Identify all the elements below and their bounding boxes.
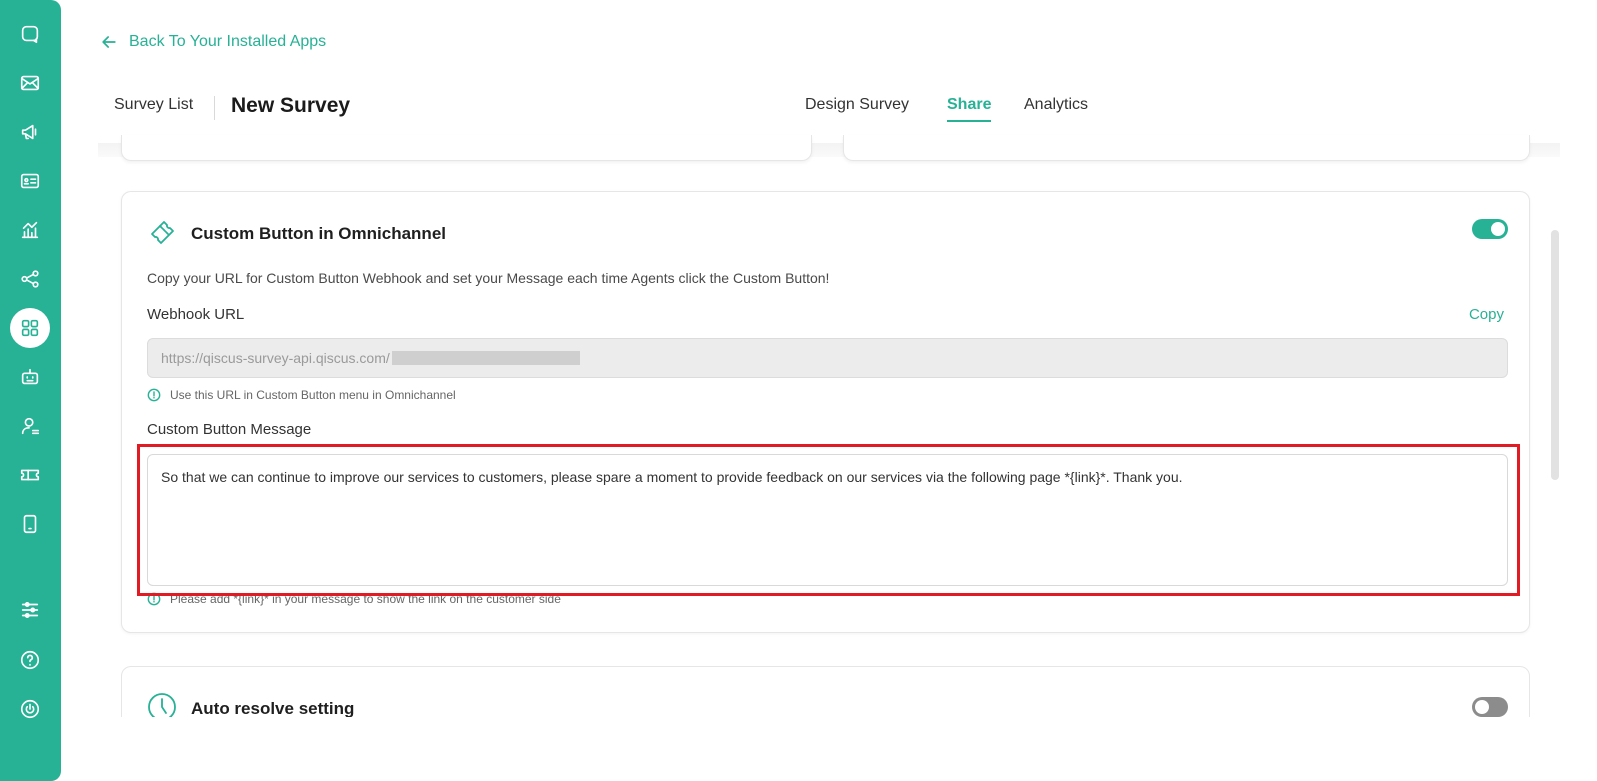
apps-grid-icon[interactable] — [10, 308, 50, 348]
megaphone-icon[interactable] — [10, 112, 50, 152]
viewport-bottom — [61, 717, 1597, 781]
ticket-icon[interactable] — [10, 455, 50, 495]
webhook-hint: Use this URL in Custom Button menu in Om… — [147, 388, 456, 402]
breadcrumb-divider — [214, 96, 215, 120]
custom-button-message-input[interactable]: So that we can continue to improve our s… — [147, 454, 1508, 586]
redacted-segment — [391, 351, 580, 365]
contact-card-icon[interactable] — [10, 161, 50, 201]
page-title: New Survey — [231, 94, 351, 117]
info-icon — [147, 592, 161, 606]
auto-resolve-toggle[interactable] — [1472, 697, 1508, 717]
scrollbar[interactable] — [1551, 230, 1559, 480]
share-nodes-icon[interactable] — [10, 259, 50, 299]
auto-resolve-title: Auto resolve setting — [191, 699, 355, 718]
message-label: Custom Button Message — [147, 421, 312, 438]
copy-webhook-button[interactable]: Copy — [1469, 306, 1504, 323]
info-icon — [147, 388, 161, 402]
custom-button-card: Custom Button in Omnichannel Copy your U… — [121, 191, 1530, 633]
custom-button-description: Copy your URL for Custom Button Webhook … — [147, 270, 830, 286]
webhook-hint-text: Use this URL in Custom Button menu in Om… — [170, 388, 456, 402]
previous-card-left — [121, 135, 812, 161]
message-hint: Please add *{link}* in your message to s… — [147, 592, 561, 606]
message-hint-text: Please add *{link}* in your message to s… — [170, 592, 561, 606]
webhook-url-value: https://qiscus-survey-api.qiscus.com/ — [161, 350, 390, 366]
previous-card-right — [843, 135, 1530, 161]
help-icon[interactable] — [10, 640, 50, 680]
settings-sliders-icon[interactable] — [10, 590, 50, 630]
ticket-icon — [146, 216, 178, 248]
toggle-knob — [1475, 700, 1489, 714]
back-link-label: Back To Your Installed Apps — [129, 33, 327, 50]
tab-analytics[interactable]: Analytics — [1024, 96, 1088, 120]
tab-design-survey[interactable]: Design Survey — [805, 96, 909, 120]
mail-icon[interactable] — [10, 63, 50, 103]
agent-icon[interactable] — [10, 406, 50, 446]
chat-icon[interactable] — [10, 14, 50, 54]
power-icon[interactable] — [10, 689, 50, 729]
custom-button-toggle[interactable] — [1472, 219, 1508, 239]
breadcrumb-survey-list[interactable]: Survey List — [114, 96, 193, 114]
toggle-knob — [1491, 222, 1505, 236]
sidebar — [0, 0, 61, 781]
back-link[interactable]: Back To Your Installed Apps — [99, 32, 326, 52]
mobile-icon[interactable] — [10, 504, 50, 544]
webhook-url-field[interactable]: https://qiscus-survey-api.qiscus.com/ — [147, 338, 1508, 378]
arrow-left-icon — [102, 36, 116, 48]
webhook-url-label: Webhook URL — [147, 306, 245, 323]
tab-share[interactable]: Share — [947, 96, 992, 122]
custom-button-title: Custom Button in Omnichannel — [191, 224, 446, 243]
analytics-chart-icon[interactable] — [10, 210, 50, 250]
robot-icon[interactable] — [10, 357, 50, 397]
